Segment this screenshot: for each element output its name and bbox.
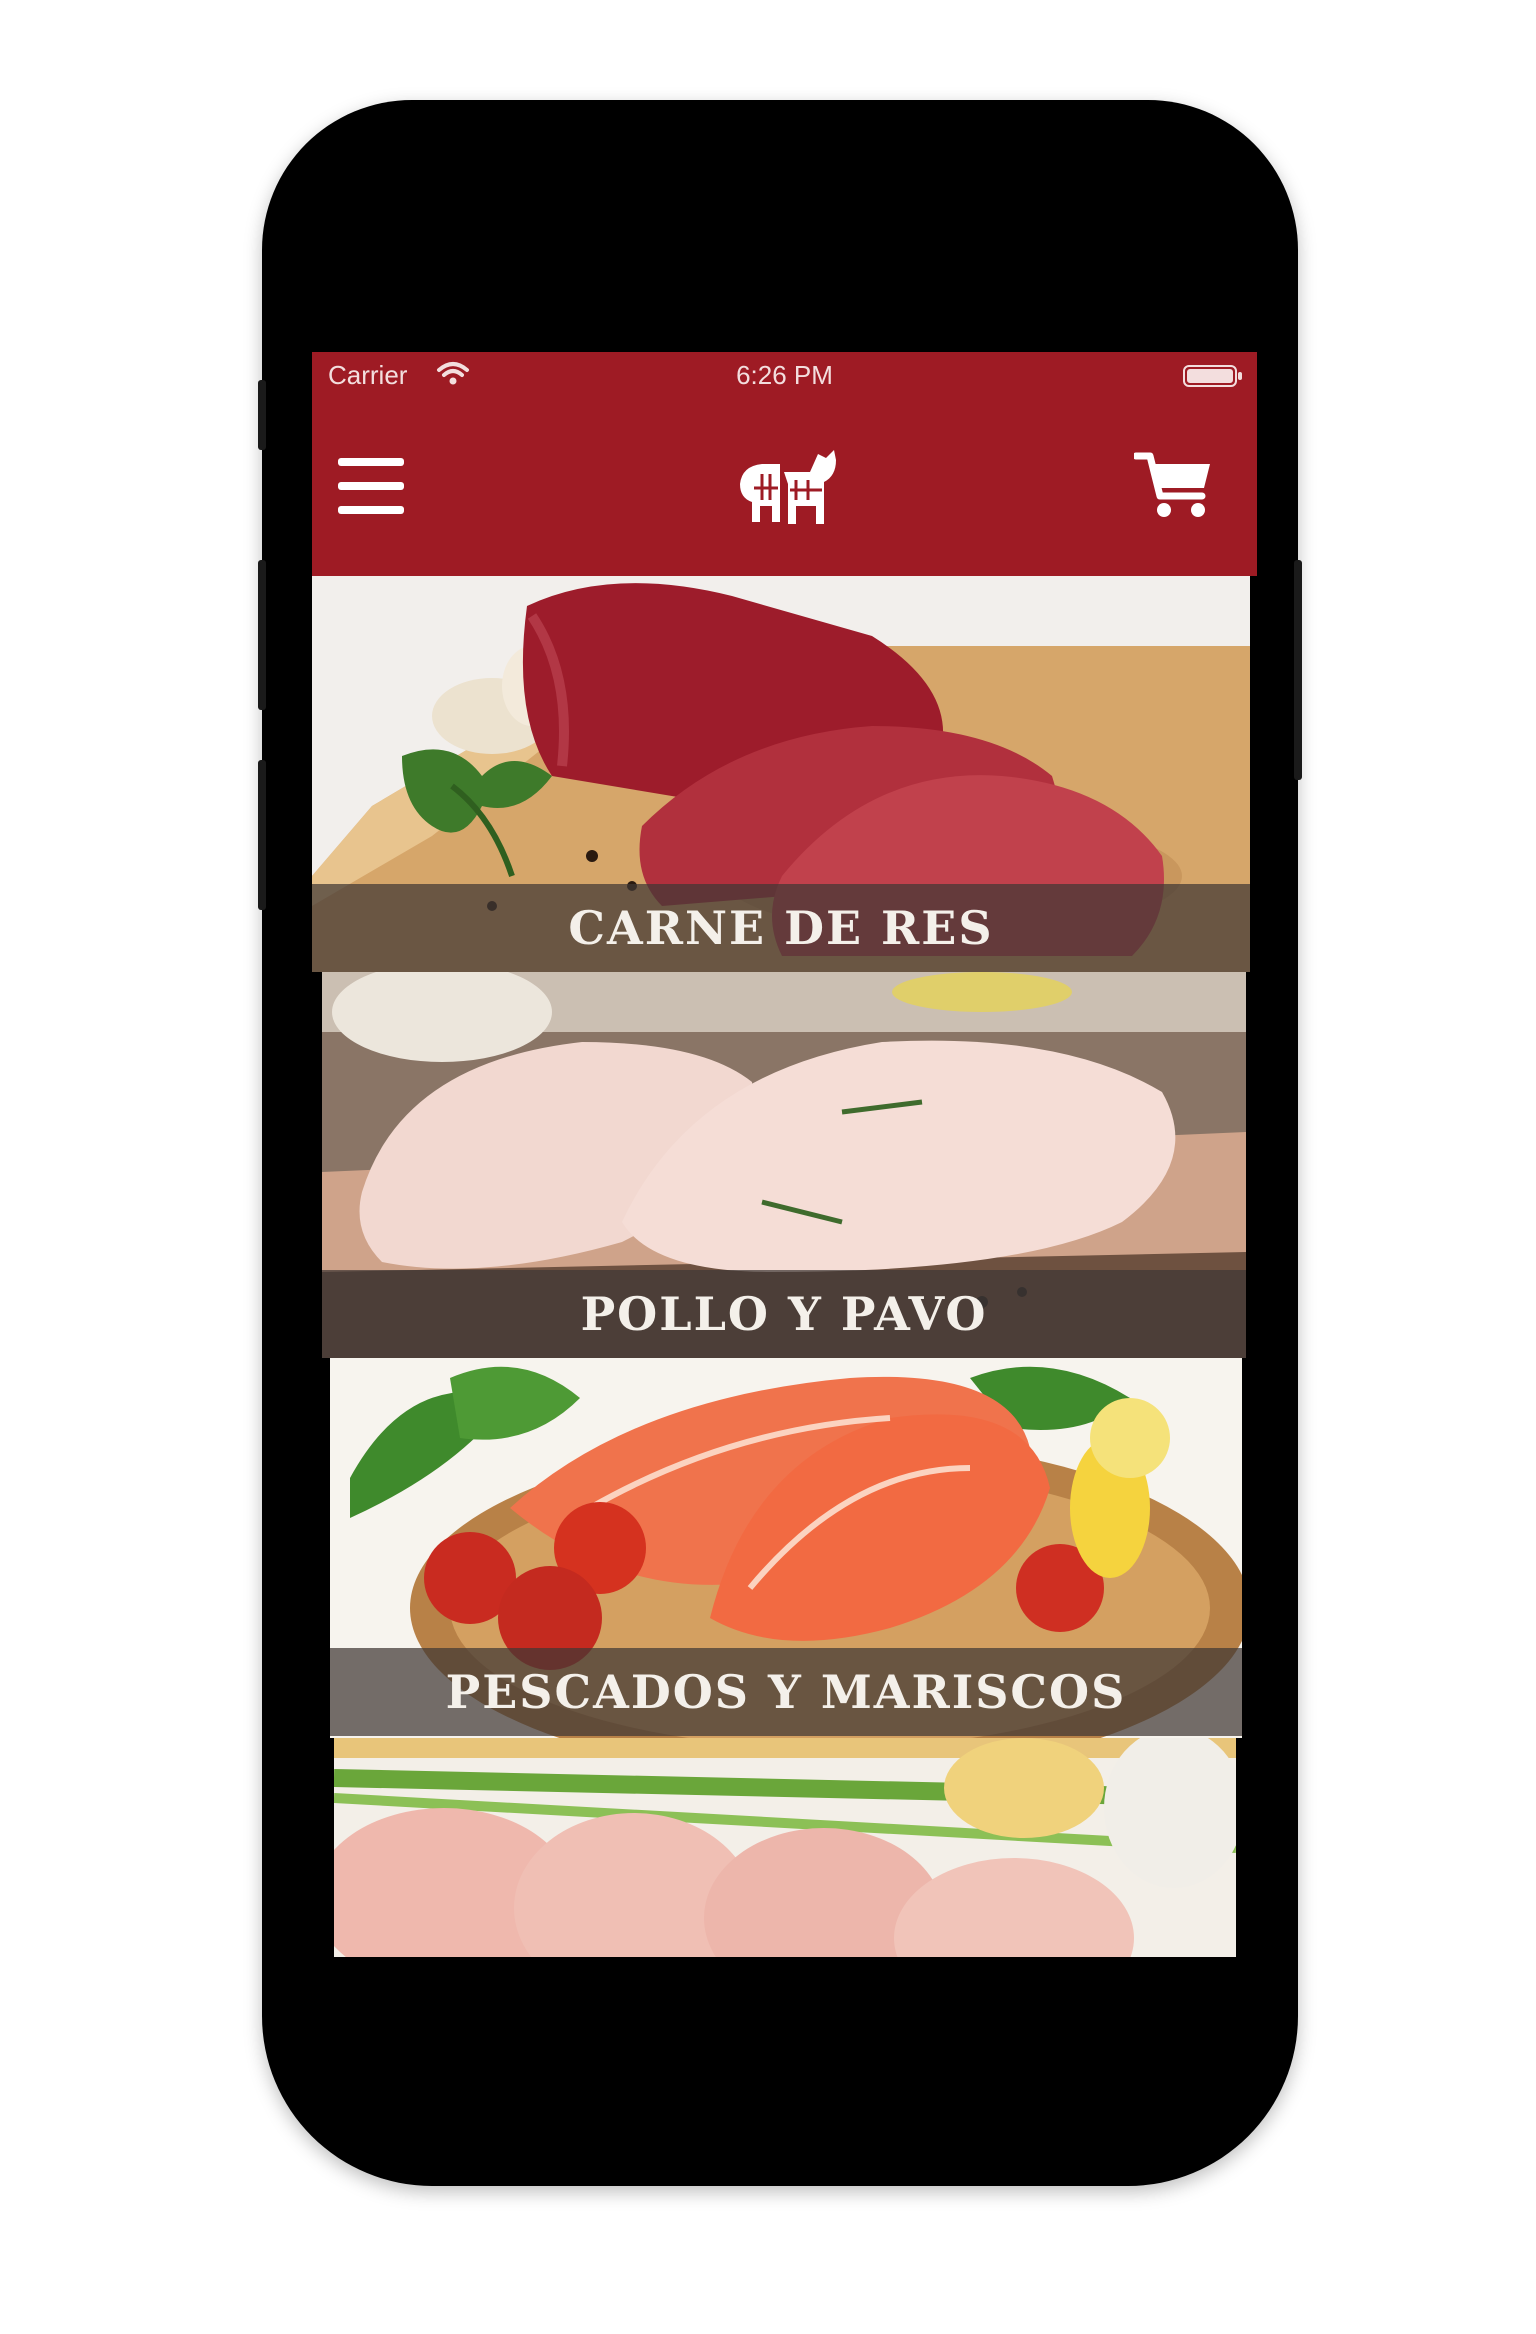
category-caption-bar: PESCADOS Y MARISCOS bbox=[330, 1648, 1242, 1736]
hamburger-menu-icon bbox=[338, 458, 404, 514]
shopping-cart-icon bbox=[1132, 452, 1210, 517]
app-screen: Carrier 6:26 PM CARNE DE RES POLLO Y PAV… bbox=[312, 352, 1257, 1957]
category-caption-bar: POLLO Y PAVO bbox=[322, 1270, 1246, 1358]
cart-button[interactable] bbox=[1132, 450, 1214, 520]
butcher-animals-logo-icon bbox=[732, 444, 842, 534]
category-caption-bar: CARNE DE RES bbox=[312, 884, 1250, 972]
phone-side-button bbox=[258, 380, 266, 450]
phone-volume-up-button bbox=[258, 560, 266, 710]
category-tile-seafood[interactable]: PESCADOS Y MARISCOS bbox=[330, 1358, 1242, 1738]
app-header: Carrier 6:26 PM bbox=[312, 352, 1257, 576]
menu-button[interactable] bbox=[338, 456, 404, 516]
mockup-stage: Carrier 6:26 PM CARNE DE RES POLLO Y PAV… bbox=[0, 0, 1536, 2334]
phone-volume-down-button bbox=[258, 760, 266, 910]
status-bar: Carrier 6:26 PM bbox=[312, 352, 1257, 404]
category-tile-poultry[interactable]: POLLO Y PAVO bbox=[322, 972, 1246, 1358]
category-tile-pork[interactable] bbox=[334, 1738, 1236, 1957]
battery-icon bbox=[1183, 364, 1243, 395]
status-time: 6:26 PM bbox=[736, 360, 833, 390]
pork-photo bbox=[334, 1738, 1236, 1957]
category-tile-beef[interactable]: CARNE DE RES bbox=[312, 576, 1250, 972]
nav-bar bbox=[312, 404, 1257, 576]
category-label: PESCADOS Y MARISCOS bbox=[445, 1665, 1127, 1719]
phone-power-button bbox=[1294, 560, 1302, 780]
category-label: CARNE DE RES bbox=[568, 901, 994, 955]
category-label: POLLO Y PAVO bbox=[580, 1287, 988, 1341]
